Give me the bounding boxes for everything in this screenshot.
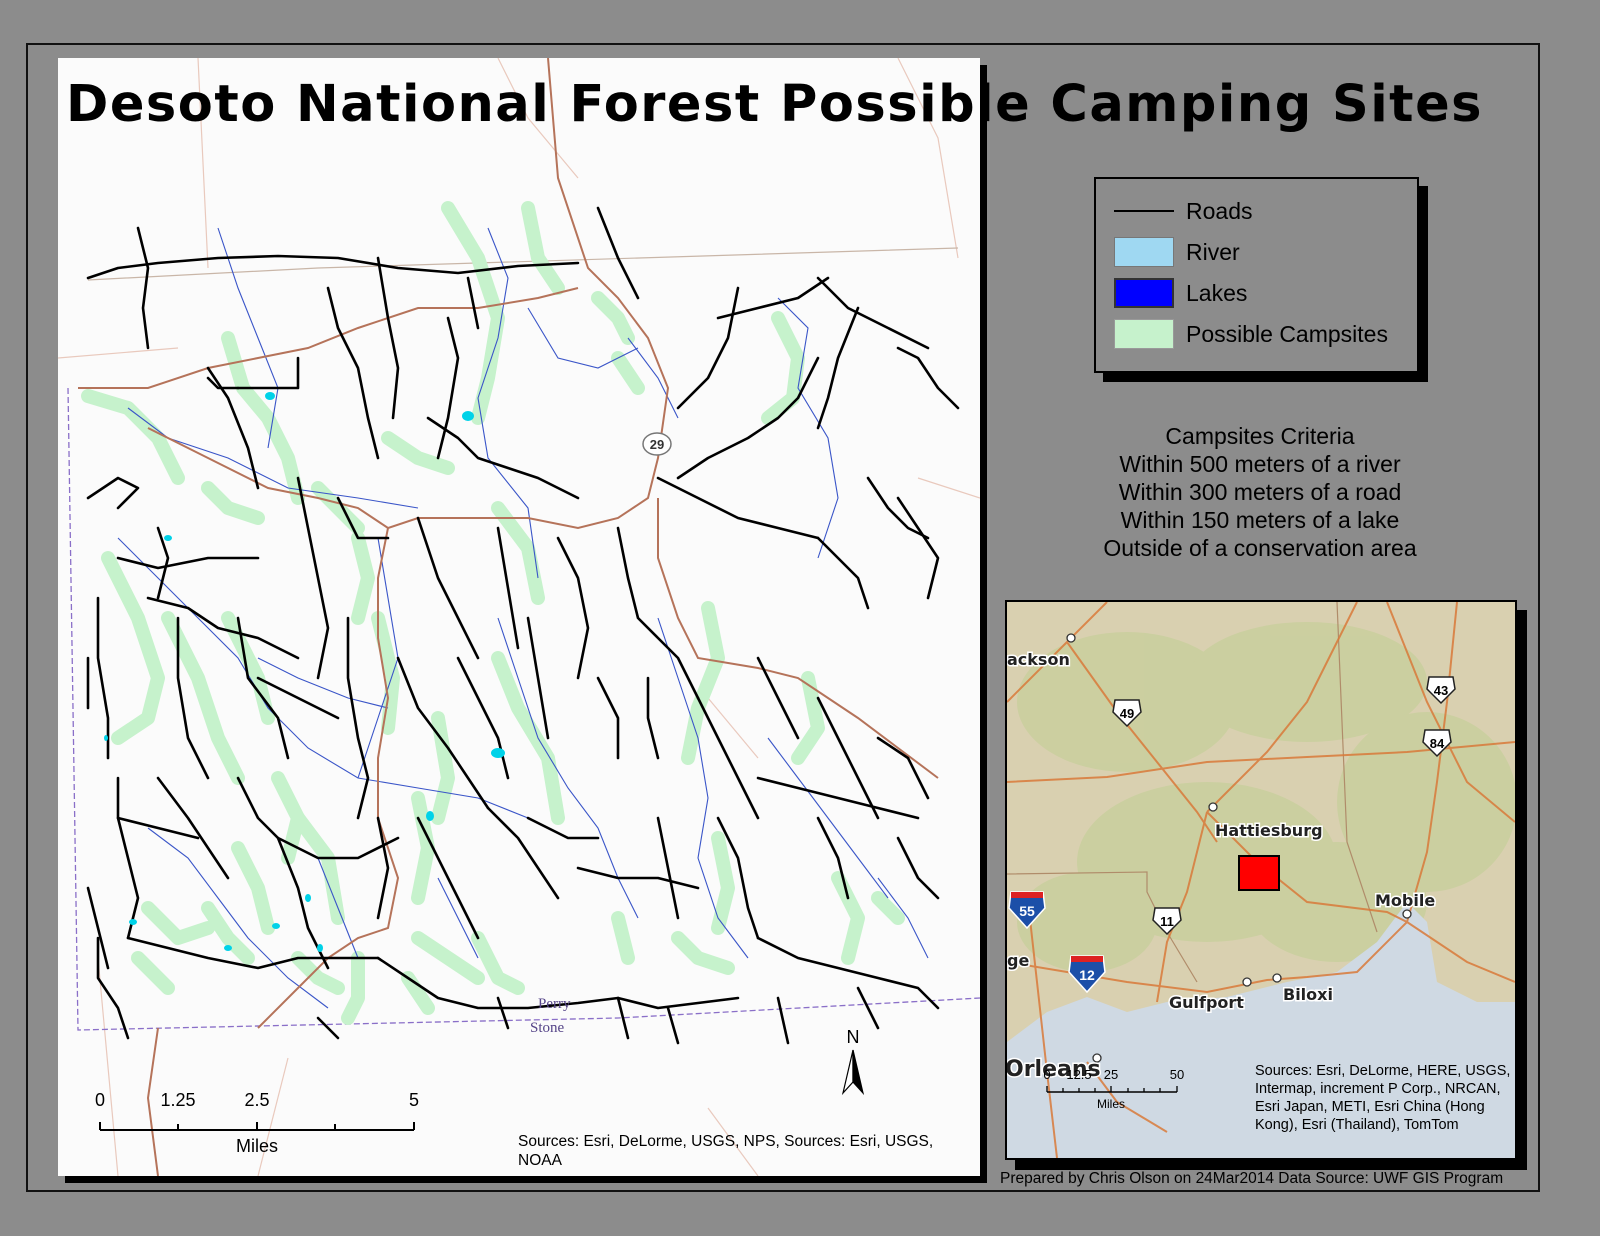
- inset-terrain: [1017, 622, 1515, 972]
- svg-text:25: 25: [1104, 1067, 1118, 1082]
- legend-item-river: River: [1114, 235, 1240, 269]
- criteria-line: Within 150 meters of a lake: [1120, 507, 1400, 533]
- legend: Roads River Lakes Possible Campsites: [1094, 177, 1419, 373]
- main-scale-bar: 0 1.25 2.5 5 Miles: [95, 1090, 419, 1156]
- city-label: ackson: [1007, 650, 1070, 669]
- legend-item-roads: Roads: [1114, 194, 1252, 228]
- campsite-criteria: Campsites Criteria Within 500 meters of …: [1060, 422, 1460, 562]
- road-line-swatch: [1114, 196, 1174, 226]
- campsite-swatch: [1114, 319, 1174, 349]
- city-label: Hattiesburg: [1215, 821, 1323, 840]
- main-map-sources: Sources: Esri, DeLorme, USGS, NPS, Sourc…: [518, 1133, 934, 1169]
- city-label: ge: [1007, 951, 1029, 970]
- legend-label-river: River: [1186, 238, 1240, 265]
- legend-label-lakes: Lakes: [1186, 279, 1248, 306]
- svg-text:50: 50: [1170, 1067, 1184, 1082]
- main-map[interactable]: 29 Perry Stone N 0 1.25 2.5 5 Miles Sour…: [58, 58, 980, 1176]
- place-label-stone: Stone: [530, 1020, 565, 1036]
- inset-locator-map[interactable]: ackson Hattiesburg Mobile Gulfport Bilox…: [1005, 600, 1517, 1160]
- city-label: Gulfport: [1169, 993, 1244, 1012]
- legend-item-lakes: Lakes: [1114, 276, 1247, 310]
- svg-text:5: 5: [409, 1090, 419, 1110]
- forest-boundary: [87, 247, 959, 281]
- criteria-line: Within 500 meters of a river: [1119, 451, 1401, 477]
- study-area-marker: [1238, 855, 1280, 891]
- svg-text:43: 43: [1434, 683, 1448, 698]
- svg-text:49: 49: [1120, 706, 1134, 721]
- city-label: Biloxi: [1283, 985, 1333, 1004]
- svg-text:Miles: Miles: [236, 1136, 278, 1156]
- criteria-heading: Campsites Criteria: [1165, 423, 1355, 449]
- svg-text:Miles: Miles: [1097, 1097, 1125, 1111]
- city-label: Mobile: [1375, 891, 1435, 910]
- legend-label-campsites: Possible Campsites: [1186, 320, 1388, 347]
- interstate-12-shield: 12: [1068, 955, 1106, 994]
- rivers: [117, 227, 929, 1009]
- legend-item-campsites: Possible Campsites: [1114, 317, 1388, 351]
- criteria-line: Outside of a conservation area: [1103, 535, 1417, 561]
- svg-text:55: 55: [1019, 903, 1035, 919]
- svg-text:0: 0: [1043, 1067, 1050, 1082]
- svg-text:12.5: 12.5: [1066, 1067, 1091, 1082]
- svg-text:84: 84: [1430, 736, 1445, 751]
- svg-text:12: 12: [1079, 967, 1095, 983]
- map-title: Desoto National Forest Possible Camping …: [66, 75, 1484, 134]
- place-label-perry: Perry: [538, 996, 571, 1012]
- main-map-canvas: 29 Perry Stone N 0 1.25 2.5 5 Miles: [58, 58, 980, 1176]
- highway-29-shield: 29: [642, 432, 672, 456]
- svg-text:11: 11: [1160, 914, 1174, 929]
- svg-text:2.5: 2.5: [244, 1090, 269, 1110]
- footer-credits: Prepared by Chris Olson on 24Mar2014 Dat…: [1000, 1170, 1504, 1187]
- north-arrow: N: [841, 1027, 865, 1096]
- lakes-swatch: [1114, 278, 1174, 308]
- campsite-areas: [81, 201, 905, 1025]
- svg-text:N: N: [847, 1027, 860, 1047]
- svg-text:0: 0: [95, 1090, 105, 1110]
- legend-label-roads: Roads: [1186, 197, 1253, 224]
- river-swatch: [1114, 237, 1174, 267]
- lakes: [104, 392, 505, 952]
- inset-map-sources: Sources: Esri, DeLorme, HERE, USGS, Inte…: [1255, 1063, 1511, 1133]
- svg-text:1.25: 1.25: [160, 1090, 195, 1110]
- svg-text:29: 29: [650, 437, 664, 452]
- route-shield-43: 43: [1426, 676, 1456, 705]
- criteria-line: Within 300 meters of a road: [1118, 479, 1402, 505]
